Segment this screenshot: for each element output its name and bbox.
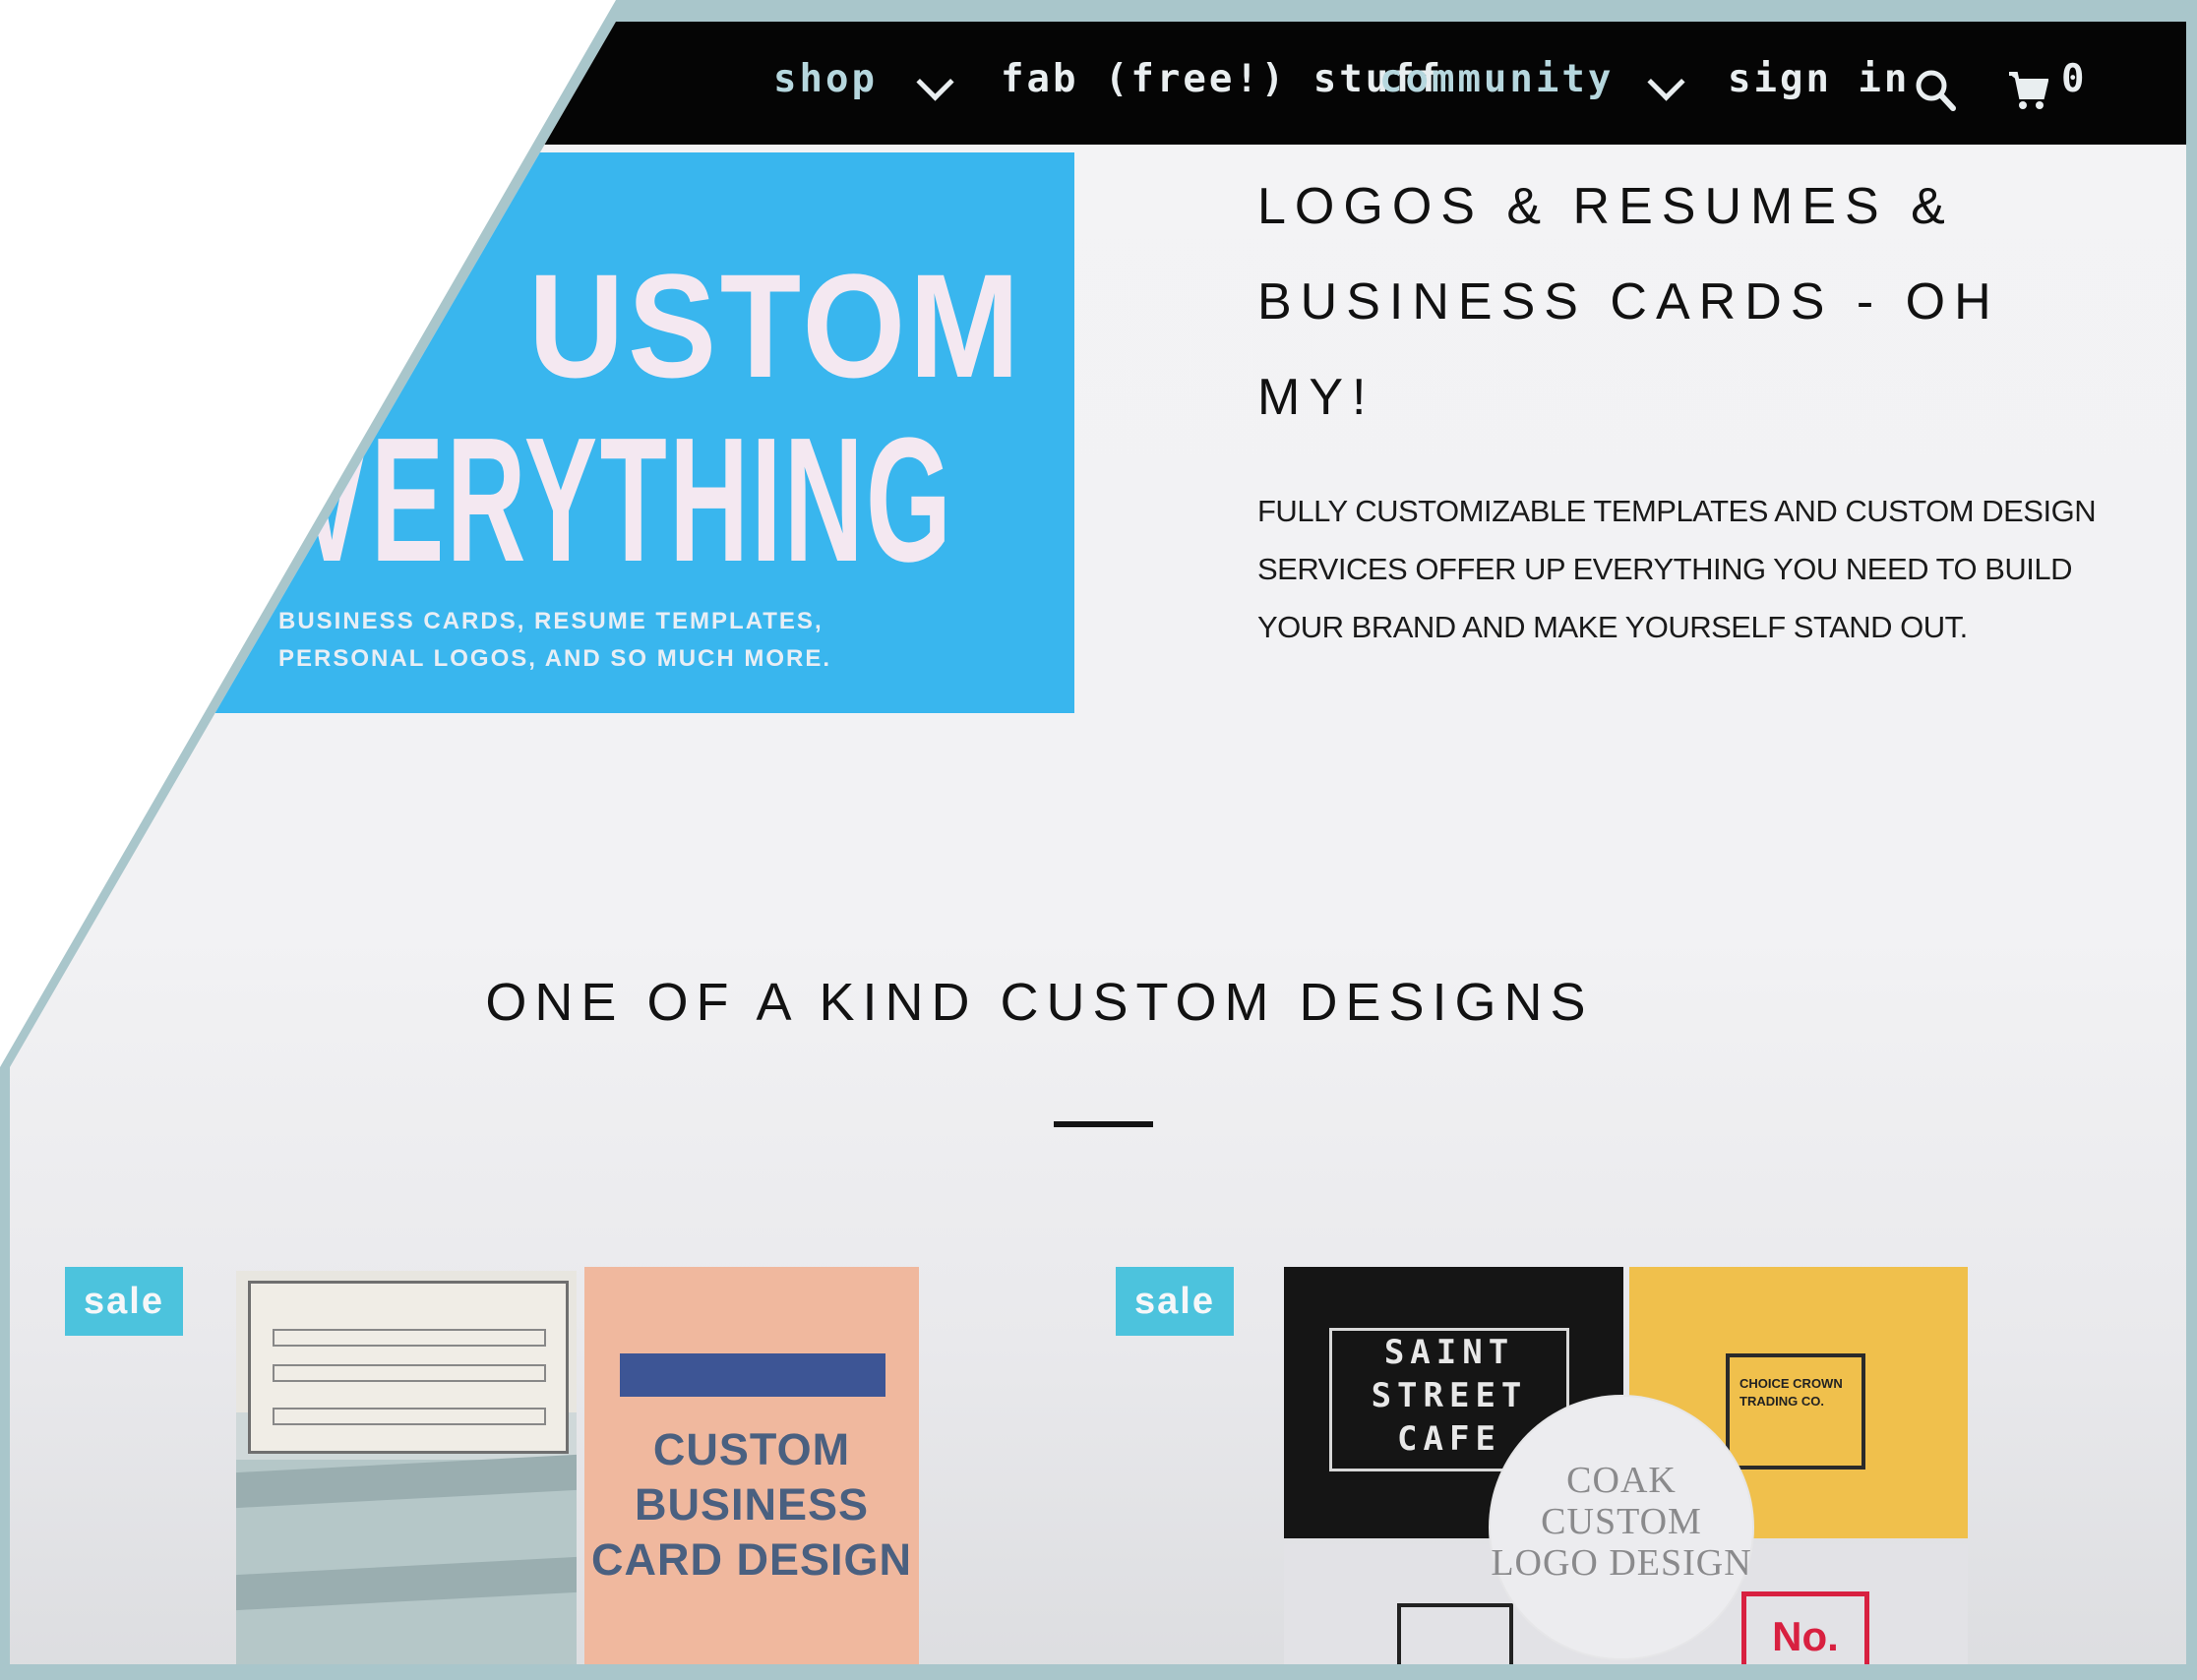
nav-shop[interactable]: shop bbox=[773, 45, 878, 114]
hero-image-subtext: BUSINESS CARDS, RESUME TEMPLATES, PERSON… bbox=[278, 608, 832, 672]
hero-description: FULLY CUSTOMIZABLE TEMPLATES AND CUSTOM … bbox=[1257, 494, 2097, 644]
thumbnail-caption: CUSTOM BUSINESS CARD DESIGN bbox=[590, 1424, 913, 1585]
logo-sample-text: No. bbox=[1741, 1591, 1869, 1664]
logo-sample-box bbox=[1397, 1603, 1513, 1664]
product-thumbnail-business-card-mockup[interactable] bbox=[236, 1271, 577, 1664]
chevron-down-icon[interactable] bbox=[916, 63, 954, 101]
nav-sign-in[interactable]: sign in bbox=[1728, 45, 1910, 114]
sale-badge: sale bbox=[1116, 1267, 1234, 1336]
product-title-seal[interactable]: COAK CUSTOM LOGO DESIGN bbox=[1491, 1397, 1752, 1658]
hero-image-headline-1: USTOM bbox=[528, 243, 1024, 408]
section-divider bbox=[1054, 1121, 1153, 1127]
seal-text: COAK CUSTOM LOGO DESIGN bbox=[1491, 1460, 1752, 1584]
cart-icon[interactable] bbox=[2007, 69, 2048, 112]
nav-free-stuff[interactable]: fab (free!) stuff bbox=[1001, 45, 1443, 114]
business-card-front bbox=[248, 1281, 569, 1454]
hero-image-headline-2: VERYTHING bbox=[295, 401, 954, 599]
search-icon[interactable] bbox=[1915, 69, 1956, 112]
sale-badge: sale bbox=[65, 1267, 183, 1336]
cart-count[interactable]: 0 bbox=[2061, 45, 2087, 114]
thumbnail-tag bbox=[620, 1353, 885, 1397]
product-thumbnail-custom-business-card[interactable]: CUSTOM BUSINESS CARD DESIGN bbox=[584, 1267, 919, 1664]
nav-community[interactable]: community bbox=[1379, 45, 1614, 114]
chevron-down-icon[interactable] bbox=[1647, 63, 1685, 101]
hero-title: LOGOS & RESUMES & BUSINESS CARDS - OH MY… bbox=[1257, 178, 2000, 426]
section-title: ONE OF A KIND CUSTOM DESIGNS bbox=[485, 973, 1594, 1032]
logo-sample-text: CHOICE CROWN TRADING CO. bbox=[1726, 1353, 1865, 1470]
